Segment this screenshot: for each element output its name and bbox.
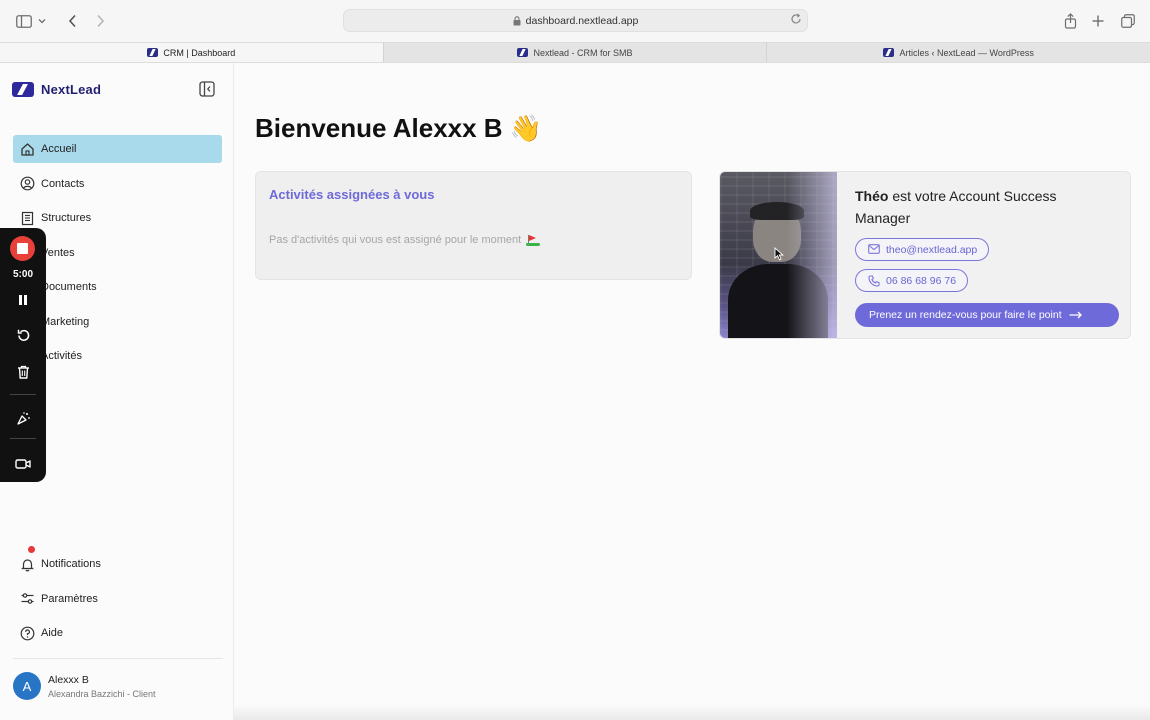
home-icon: [20, 142, 35, 157]
notification-dot: [28, 546, 35, 553]
tab-label: Nextlead - CRM for SMB: [533, 47, 633, 58]
toolbar-separator: [10, 438, 36, 439]
sidebar-divider: [13, 658, 223, 659]
brand-name: NextLead: [41, 82, 102, 97]
browser-tab[interactable]: Nextlead - CRM for SMB: [384, 43, 768, 62]
secondary-nav: Notifications Paramètres Aide: [13, 546, 222, 654]
tab-label: Articles ‹ NextLead — WordPress: [899, 47, 1034, 58]
sidebar-item-parametres[interactable]: Paramètres: [13, 585, 222, 613]
arrow-right-icon: [1069, 311, 1082, 319]
browser-toolbar: dashboard.nextlead.app: [0, 0, 1150, 42]
mail-icon: [868, 243, 880, 256]
nextlead-logo-icon: [12, 82, 34, 97]
page-title: Bienvenue Alexxx B 👋: [255, 113, 543, 143]
stop-recording-button[interactable]: [10, 236, 35, 261]
avatar: A: [13, 672, 41, 700]
nextlead-favicon-icon: [883, 48, 895, 57]
sidebar-item-accueil[interactable]: Accueil: [13, 135, 222, 163]
sidebar-item-label: Activités: [41, 350, 82, 362]
flag-icon: [526, 235, 541, 247]
browser-tab[interactable]: CRM | Dashboard: [0, 43, 384, 62]
bell-icon: [20, 557, 35, 572]
recording-toolbar: 5:00: [0, 228, 46, 482]
url-text: dashboard.nextlead.app: [525, 14, 639, 27]
share-icon[interactable]: [1060, 11, 1080, 31]
phone-icon: [868, 274, 880, 287]
tab-overview-icon[interactable]: [1118, 11, 1138, 31]
activities-empty-state: Pas d'activités qui vous est assigné pou…: [269, 234, 541, 247]
email-button[interactable]: theo@nextlead.app: [855, 238, 990, 261]
user-name: Alexxx B: [48, 673, 89, 686]
sidebar-item-label: Accueil: [41, 143, 77, 155]
sidebar-item-aide[interactable]: Aide: [13, 619, 222, 647]
sidebar-item-label: Ventes: [41, 246, 75, 259]
user-subtitle: Alexandra Bazzichi - Client: [48, 688, 156, 699]
cta-label: Prenez un rendez-vous pour faire le poin…: [869, 309, 1062, 321]
recording-timer: 5:00: [12, 269, 33, 280]
activities-card: Activités assignées à vous Pas d'activit…: [255, 171, 692, 280]
manager-name: Théo: [855, 188, 889, 204]
restart-icon[interactable]: [13, 325, 33, 345]
reload-icon[interactable]: [790, 13, 802, 25]
effects-icon[interactable]: [13, 408, 33, 428]
manager-email: theo@nextlead.app: [886, 243, 978, 256]
sidebar-item-label: Paramètres: [41, 592, 98, 605]
manager-phone: 06 86 68 96 76: [886, 274, 957, 287]
sidebar-item-label: Documents: [41, 281, 97, 293]
browser-tabs: CRM | Dashboard Nextlead - CRM for SMB A…: [0, 42, 1150, 63]
account-manager-intro: Théo est votre Account Success Manager: [855, 185, 1115, 229]
sidebar-item-label: Aide: [41, 627, 64, 639]
chevron-down-icon[interactable]: [36, 11, 48, 31]
window-edge-shadow: [234, 704, 1150, 720]
sidebar-item-structures[interactable]: Structures: [13, 204, 222, 232]
user-circle-icon: [20, 176, 35, 191]
sidebar-item-notifications[interactable]: Notifications: [13, 546, 222, 578]
pause-icon[interactable]: [13, 290, 33, 310]
user-profile[interactable]: A Alexxx B Alexandra Bazzichi - Client: [13, 672, 156, 700]
tab-label: CRM | Dashboard: [163, 47, 236, 58]
building-icon: [20, 211, 35, 226]
camera-icon[interactable]: [13, 454, 33, 474]
lock-icon: [513, 15, 521, 26]
help-icon: [20, 626, 35, 641]
nextlead-favicon-icon: [517, 48, 529, 57]
address-bar[interactable]: dashboard.nextlead.app: [343, 9, 808, 32]
mouse-cursor-icon: [774, 246, 784, 261]
collapse-sidebar-icon[interactable]: [199, 81, 217, 99]
nextlead-favicon-icon: [147, 48, 159, 57]
sidebar-item-contacts[interactable]: Contacts: [13, 170, 222, 198]
trash-icon[interactable]: [13, 362, 33, 382]
phone-button[interactable]: 06 86 68 96 76: [855, 269, 969, 292]
toolbar-separator: [10, 394, 36, 395]
sidebar-item-label: Contacts: [41, 177, 85, 190]
sidebar-item-label: Structures: [41, 212, 92, 224]
sidebar-item-label: Notifications: [41, 558, 101, 570]
browser-tab[interactable]: Articles ‹ NextLead — WordPress: [767, 43, 1150, 62]
empty-message: Pas d'activités qui vous est assigné pou…: [269, 234, 522, 246]
book-meeting-button[interactable]: Prenez un rendez-vous pour faire le poin…: [855, 303, 1119, 327]
sliders-icon: [20, 591, 35, 606]
back-icon[interactable]: [62, 11, 82, 31]
sidebar-item-label: Marketing: [41, 315, 90, 328]
new-tab-icon[interactable]: [1088, 11, 1108, 31]
sidebar-toggle-icon[interactable]: [14, 11, 34, 31]
brand-logo[interactable]: NextLead: [12, 82, 101, 97]
forward-icon[interactable]: [90, 11, 110, 31]
activities-title[interactable]: Activités assignées à vous: [269, 187, 434, 202]
